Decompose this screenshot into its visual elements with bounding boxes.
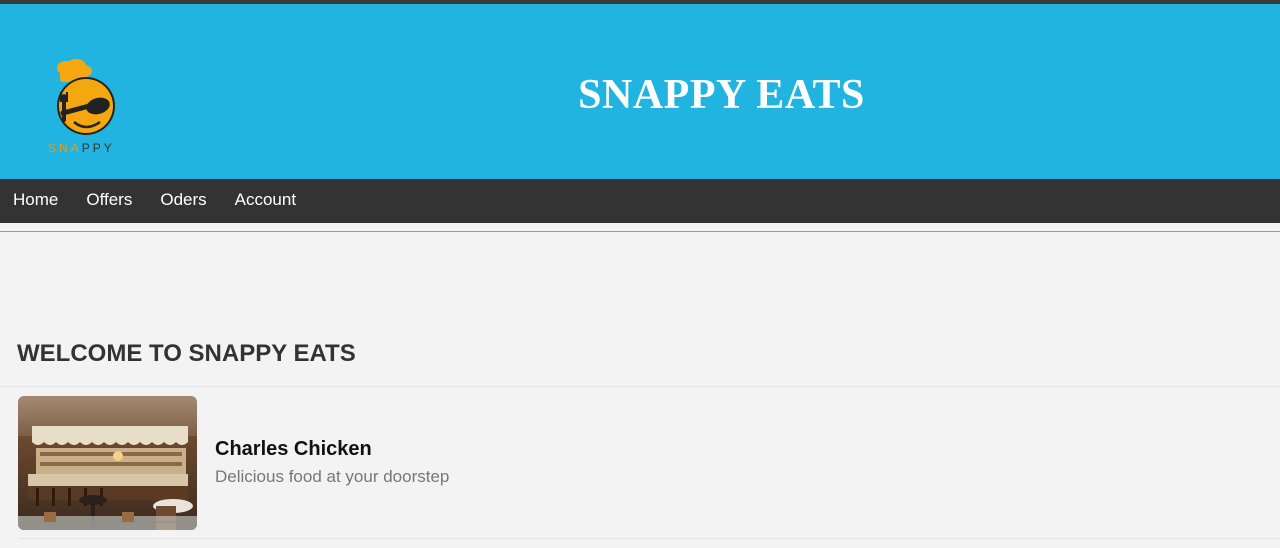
restaurant-card[interactable]: Charles Chicken Delicious food at your d… [18,396,1280,530]
restaurant-image[interactable] [18,396,197,530]
logo-wordmark: SNAPPY [48,141,115,155]
main-navbar: Home Offers Oders Account [0,179,1280,223]
list-divider [18,538,1280,539]
nav-item-orders[interactable]: Oders [146,190,220,212]
nav-item-offers[interactable]: Offers [72,190,146,212]
logo-wordmark-rest: PPY [81,141,115,155]
logo-wordmark-highlight: SNA [48,141,82,155]
restaurant-description: Delicious food at your doorstep [215,467,450,486]
restaurant-name[interactable]: Charles Chicken [215,438,372,461]
list-divider [0,386,1280,387]
nav-item-account[interactable]: Account [221,190,310,212]
site-header: SNAPPY SNAPPY EATS [0,4,1280,179]
site-title: SNAPPY EATS [578,72,865,118]
horizontal-rule [0,231,1280,232]
nav-item-home[interactable]: Home [0,190,72,212]
welcome-heading: WELCOME TO SNAPPY EATS [17,340,356,367]
